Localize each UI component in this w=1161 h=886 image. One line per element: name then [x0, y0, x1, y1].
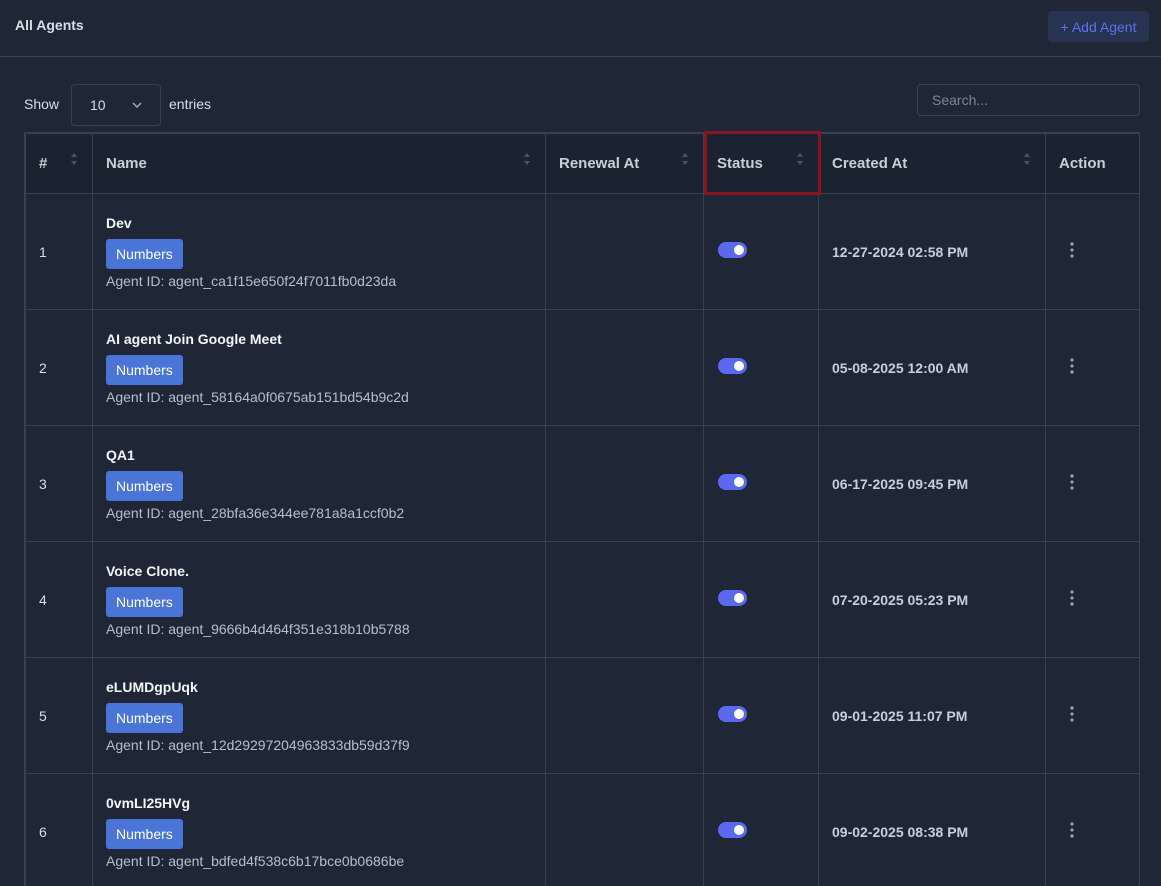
numbers-badge[interactable]: Numbers [106, 238, 183, 269]
renewal-at-cell [545, 773, 704, 886]
sort-icon [797, 153, 803, 165]
sort-icon [1024, 153, 1030, 165]
agent-name: Dev [106, 214, 132, 231]
column-header-status[interactable]: Status [703, 133, 819, 194]
row-number: 5 [25, 657, 93, 774]
created-at-cell: 06-17-2025 09:45 PM [818, 425, 1046, 542]
column-header-action: Action [1045, 133, 1139, 194]
status-toggle[interactable] [718, 242, 747, 258]
action-cell [1045, 541, 1139, 658]
agent-id: Agent ID: agent_9666b4d464f351e318b10b57… [106, 620, 410, 637]
table-row: 1 Dev Numbers Agent ID: agent_ca1f15e650… [25, 193, 1139, 310]
renewal-at-cell [545, 425, 704, 542]
table-header-row: # Name Renewal At Status Created At Acti… [25, 133, 1139, 194]
row-number: 2 [25, 309, 93, 426]
row-number: 6 [25, 773, 93, 886]
created-at-cell: 05-08-2025 12:00 AM [818, 309, 1046, 426]
renewal-at-cell [545, 541, 704, 658]
add-agent-button[interactable]: + Add Agent [1048, 11, 1149, 42]
table-row: 4 Voice Clone. Numbers Agent ID: agent_9… [25, 541, 1139, 658]
sort-icon [682, 153, 688, 165]
table-row: 2 AI agent Join Google Meet Numbers Agen… [25, 309, 1139, 426]
agent-name: Voice Clone. [106, 562, 189, 579]
agent-name: AI agent Join Google Meet [106, 330, 282, 347]
column-header-renewal-at[interactable]: Renewal At [545, 133, 704, 194]
agent-name-cell: Voice Clone. Numbers Agent ID: agent_966… [92, 541, 546, 658]
renewal-at-cell [545, 657, 704, 774]
agent-name: QA1 [106, 446, 135, 463]
created-at-cell: 07-20-2025 05:23 PM [818, 541, 1046, 658]
action-cell [1045, 193, 1139, 310]
column-header-number[interactable]: # [25, 133, 93, 194]
agents-table: # Name Renewal At Status Created At Acti… [25, 133, 1139, 886]
status-toggle[interactable] [718, 706, 747, 722]
kebab-menu-icon[interactable] [1070, 590, 1074, 606]
kebab-menu-icon[interactable] [1070, 474, 1074, 490]
agent-name-cell: AI agent Join Google Meet Numbers Agent … [92, 309, 546, 426]
renewal-at-cell [545, 309, 704, 426]
status-cell [703, 541, 819, 658]
agent-id: Agent ID: agent_ca1f15e650f24f7011fb0d23… [106, 272, 397, 289]
status-cell [703, 309, 819, 426]
status-toggle[interactable] [718, 822, 747, 838]
table-body: 1 Dev Numbers Agent ID: agent_ca1f15e650… [25, 193, 1139, 886]
table-row: 5 eLUMDgpUqk Numbers Agent ID: agent_12d… [25, 657, 1139, 774]
renewal-at-cell [545, 193, 704, 310]
row-number: 1 [25, 193, 93, 310]
agent-id: Agent ID: agent_28bfa36e344ee781a8a1ccf0… [106, 504, 405, 521]
chevron-down-icon [132, 102, 142, 108]
column-header-name[interactable]: Name [92, 133, 546, 194]
sort-icon [524, 153, 530, 165]
page-length-select[interactable]: 10 [71, 84, 161, 126]
page-length-value: 10 [90, 97, 106, 113]
column-header-created-at[interactable]: Created At [818, 133, 1046, 194]
agent-id: Agent ID: agent_58164a0f0675ab151bd54b9c… [106, 388, 409, 405]
status-cell [703, 773, 819, 886]
agents-page: All Agents + Add Agent Show 10 entries # [0, 0, 1161, 886]
kebab-menu-icon[interactable] [1070, 822, 1074, 838]
page-title: All Agents [15, 17, 84, 33]
agent-name: eLUMDgpUqk [106, 678, 198, 695]
kebab-menu-icon[interactable] [1070, 358, 1074, 374]
agent-name-cell: eLUMDgpUqk Numbers Agent ID: agent_12d29… [92, 657, 546, 774]
table-row: 3 QA1 Numbers Agent ID: agent_28bfa36e34… [25, 425, 1139, 542]
page-header: All Agents + Add Agent [0, 0, 1161, 57]
action-cell [1045, 657, 1139, 774]
show-label: Show [24, 96, 60, 112]
table-row: 6 0vmLI25HVg Numbers Agent ID: agent_bdf… [25, 773, 1139, 886]
search-input[interactable] [917, 84, 1140, 116]
numbers-badge[interactable]: Numbers [106, 470, 183, 501]
kebab-menu-icon[interactable] [1070, 242, 1074, 258]
created-at-cell: 09-02-2025 08:38 PM [818, 773, 1046, 886]
row-number: 3 [25, 425, 93, 542]
agent-name-cell: Dev Numbers Agent ID: agent_ca1f15e650f2… [92, 193, 546, 310]
kebab-menu-icon[interactable] [1070, 706, 1074, 722]
agent-id: Agent ID: agent_bdfed4f538c6b17bce0b0686… [106, 852, 405, 869]
agent-id: Agent ID: agent_12d29297204963833db59d37… [106, 736, 410, 753]
status-toggle[interactable] [718, 358, 747, 374]
numbers-badge[interactable]: Numbers [106, 354, 183, 385]
created-at-cell: 09-01-2025 11:07 PM [818, 657, 1046, 774]
numbers-badge[interactable]: Numbers [106, 702, 183, 733]
created-at-cell: 12-27-2024 02:58 PM [818, 193, 1046, 310]
agent-name-cell: 0vmLI25HVg Numbers Agent ID: agent_bdfed… [92, 773, 546, 886]
status-toggle[interactable] [718, 474, 747, 490]
numbers-badge[interactable]: Numbers [106, 818, 183, 849]
agents-table-container: # Name Renewal At Status Created At Acti… [24, 132, 1140, 886]
entries-label: entries [169, 96, 212, 112]
action-cell [1045, 425, 1139, 542]
status-cell [703, 193, 819, 310]
numbers-badge[interactable]: Numbers [106, 586, 183, 617]
row-number: 4 [25, 541, 93, 658]
status-toggle[interactable] [718, 590, 747, 606]
action-cell [1045, 309, 1139, 426]
agent-name-cell: QA1 Numbers Agent ID: agent_28bfa36e344e… [92, 425, 546, 542]
sort-icon [71, 153, 77, 165]
agent-name: 0vmLI25HVg [106, 794, 191, 811]
status-cell [703, 425, 819, 542]
status-cell [703, 657, 819, 774]
action-cell [1045, 773, 1139, 886]
